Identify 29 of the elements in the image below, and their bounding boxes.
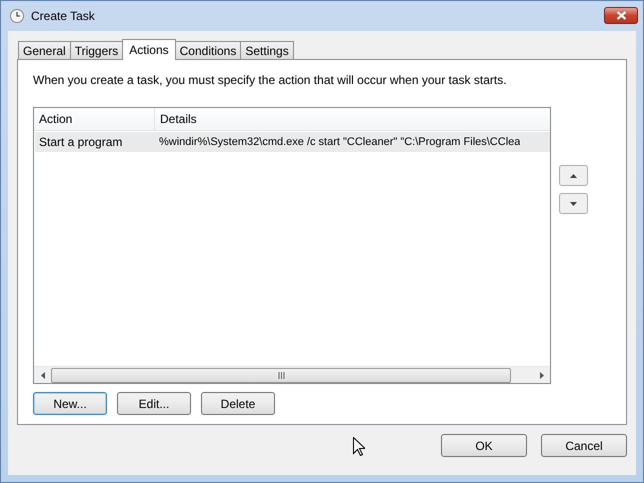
- dialog-button[interactable]: OK: [441, 434, 527, 457]
- move-down-button[interactable]: [559, 193, 588, 214]
- description-text: When you create a task, you must specify the action that will occur when your task starts.: [33, 73, 508, 87]
- tab[interactable]: Actions: [122, 39, 176, 60]
- close-icon: [616, 10, 626, 20]
- tab[interactable]: Conditions: [174, 41, 242, 59]
- table-cell-text: %windir%\System32\cmd.exe /c start "CCleaner" "C:\Program Files\CClea: [158, 135, 520, 150]
- close-button[interactable]: [604, 6, 638, 24]
- action-button[interactable]: Edit...: [117, 392, 191, 415]
- up-triangle-icon: [570, 174, 577, 178]
- window-title: Create Task: [31, 9, 95, 23]
- move-up-button[interactable]: [559, 165, 588, 186]
- column-header[interactable]: Details: [155, 108, 550, 130]
- table-row[interactable]: Start a program %windir%\System32\cmd.exe /c start "CCleaner" "C:\Program Files\CClea: [35, 132, 550, 152]
- tab[interactable]: Settings: [240, 41, 294, 59]
- table-cell-text: Start a program: [38, 134, 124, 151]
- tab[interactable]: Triggers: [70, 41, 124, 59]
- clock-icon: [9, 8, 25, 24]
- action-button[interactable]: New...: [33, 392, 107, 415]
- grip-icon: [278, 372, 284, 378]
- dialog-button[interactable]: Cancel: [541, 434, 627, 457]
- mouse-pointer-icon: [353, 437, 365, 456]
- tab[interactable]: General: [18, 41, 71, 59]
- action-button[interactable]: Delete: [201, 392, 275, 415]
- left-arrow-icon: [40, 372, 44, 378]
- right-arrow-icon: [540, 372, 544, 378]
- horizontal-scrollbar[interactable]: [34, 366, 550, 383]
- down-triangle-icon: [570, 202, 577, 206]
- column-header[interactable]: Action: [34, 108, 155, 130]
